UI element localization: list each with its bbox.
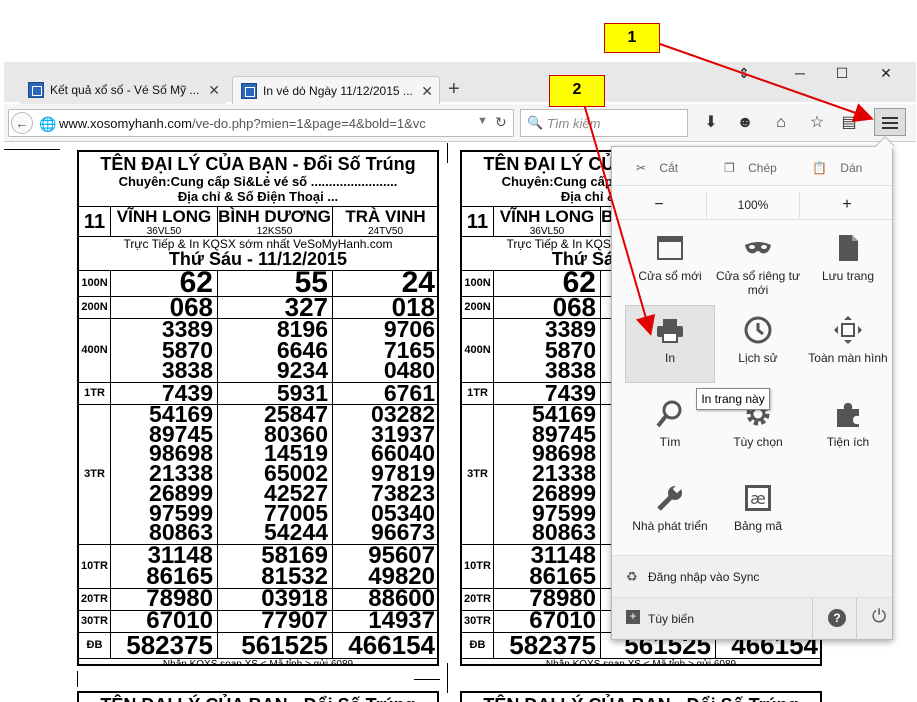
arrow-2 (583, 103, 656, 336)
arrow-1 (659, 43, 874, 123)
callout-2: 2 (549, 75, 605, 107)
callout-1: 1 (604, 23, 660, 53)
annotation-arrows (583, 43, 874, 336)
